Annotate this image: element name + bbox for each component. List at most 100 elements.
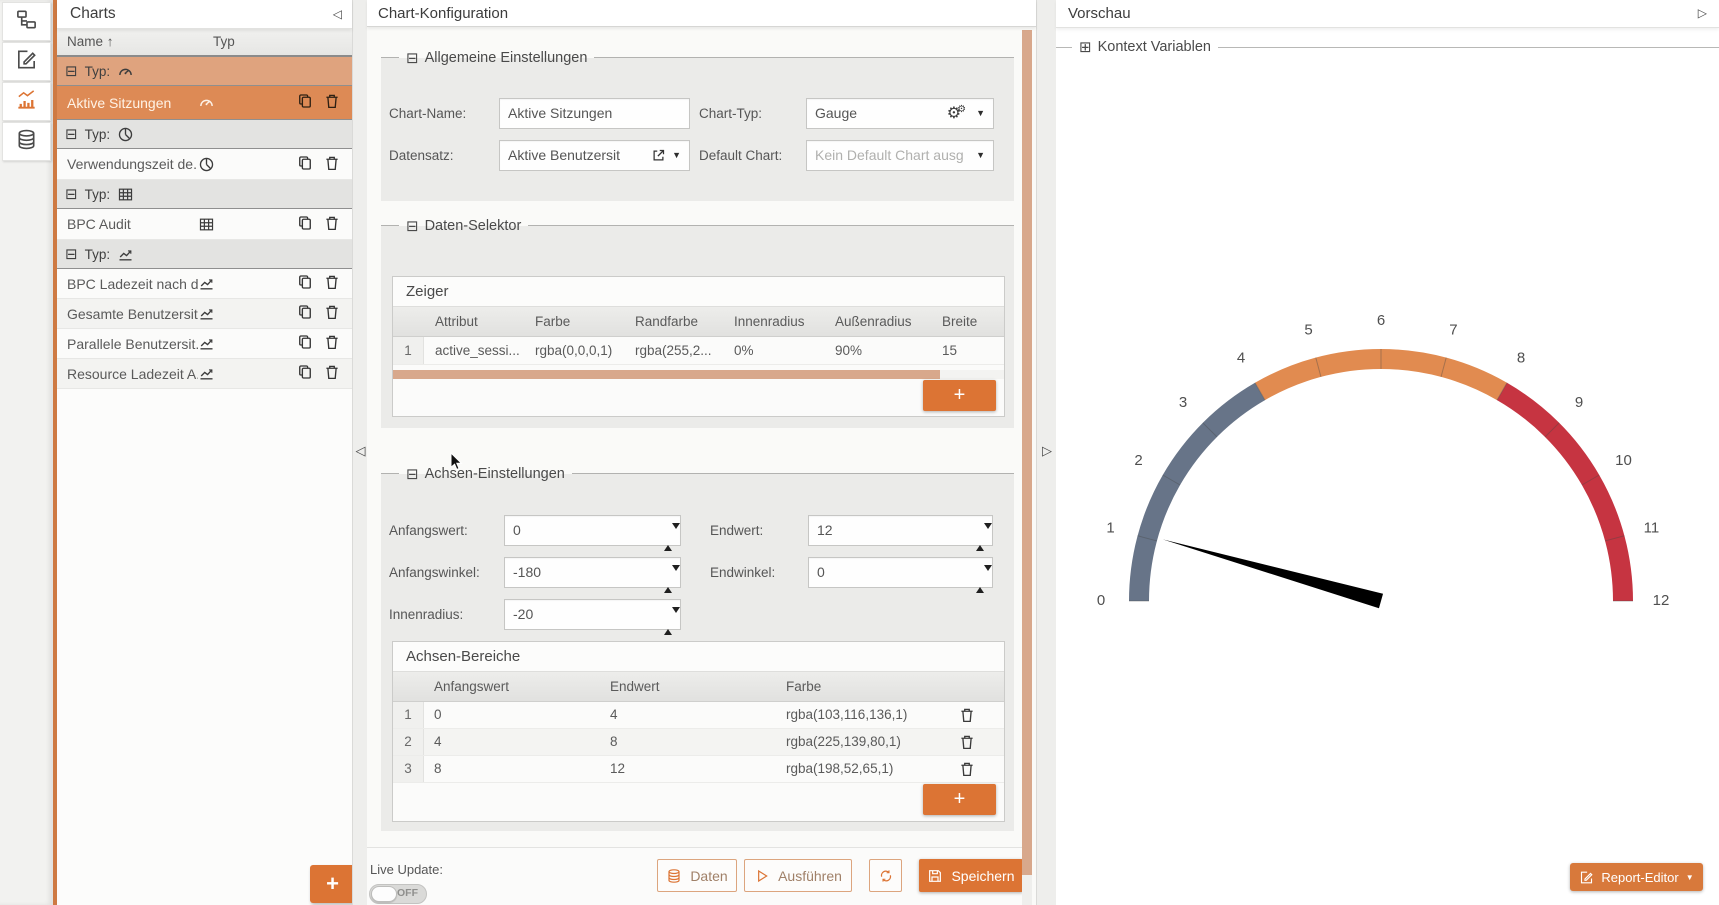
copy-icon[interactable]: [296, 214, 314, 235]
column-header[interactable]: Randfarbe: [635, 307, 698, 336]
column-header[interactable]: Farbe: [786, 672, 821, 701]
copy-icon[interactable]: [296, 303, 314, 324]
add-zeiger-button[interactable]: +: [923, 380, 996, 411]
chart-typ-select[interactable]: Gauge ⚙⚙ ▼: [806, 98, 994, 129]
innenradius-cell[interactable]: 0%: [734, 337, 754, 364]
chart-item-resource-ladezeit[interactable]: Resource Ladezeit A...: [57, 359, 352, 389]
toggle-knob[interactable]: [371, 886, 397, 902]
chart-item-gesamte-benutzersitzungen[interactable]: Gesamte Benutzersit...: [57, 299, 352, 329]
trash-icon[interactable]: [323, 154, 341, 175]
add-chart-button[interactable]: +: [310, 865, 355, 903]
scrollbar-thumb[interactable]: [393, 370, 940, 379]
endwert-cell[interactable]: 12: [610, 756, 625, 782]
spinner-arrows[interactable]: [664, 565, 673, 594]
chart-group-line[interactable]: ⊟ Typ:: [57, 240, 352, 269]
trash-icon[interactable]: [323, 214, 341, 235]
collapse-minus-icon[interactable]: ⊟: [65, 245, 78, 263]
copy-icon[interactable]: [296, 333, 314, 354]
bereich-row[interactable]: 3 8 12 rgba(198,52,65,1): [393, 756, 1004, 783]
collapse-minus-icon[interactable]: ⊟: [406, 48, 419, 68]
collapse-right-handle-icon[interactable]: ▷: [1042, 444, 1052, 459]
speichern-button[interactable]: Speichern: [919, 859, 1023, 892]
spinner-arrows[interactable]: [976, 523, 985, 552]
attribut-cell[interactable]: active_sessi...: [435, 337, 520, 364]
chart-item-parallele-benutzersitzungen[interactable]: Parallele Benutzersit...: [57, 329, 352, 359]
chart-name-input[interactable]: Aktive Sitzungen: [499, 98, 690, 129]
sort-by-name-header[interactable]: Name ↑: [67, 29, 114, 55]
randfarbe-cell[interactable]: rgba(255,2...: [635, 337, 712, 364]
anfangswert-cell[interactable]: 0: [434, 702, 442, 728]
farbe-cell[interactable]: rgba(198,52,65,1): [786, 756, 893, 782]
daten-button[interactable]: Daten: [657, 859, 737, 892]
copy-icon[interactable]: [296, 154, 314, 175]
axis-settings-legend[interactable]: ⊟Achsen-Einstellungen: [399, 464, 572, 484]
farbe-cell[interactable]: rgba(225,139,80,1): [786, 729, 901, 755]
collapse-minus-icon[interactable]: ⊟: [65, 125, 78, 143]
spinner-arrows[interactable]: [976, 565, 985, 594]
column-header[interactable]: Anfangswert: [434, 672, 509, 701]
chart-item-verwendungszeit[interactable]: Verwendungszeit de...: [57, 149, 352, 180]
zeiger-row[interactable]: 1 active_sessi... rgba(0,0,0,1) rgba(255…: [393, 337, 1004, 365]
copy-icon[interactable]: [296, 363, 314, 384]
refresh-button[interactable]: [869, 859, 902, 892]
sidebar-item-navigator[interactable]: [2, 2, 51, 41]
trash-icon[interactable]: [958, 706, 976, 727]
endwinkel-input[interactable]: 0: [808, 557, 993, 588]
chart-group-pie[interactable]: ⊟ Typ:: [57, 120, 352, 149]
ausfuehren-button[interactable]: Ausführen: [744, 859, 852, 892]
trash-icon[interactable]: [323, 92, 341, 113]
sidebar-item-report-designer[interactable]: [2, 42, 51, 81]
bereich-row[interactable]: 2 4 8 rgba(225,139,80,1): [393, 729, 1004, 756]
column-header[interactable]: Innenradius: [734, 307, 805, 336]
trash-icon[interactable]: [323, 333, 341, 354]
aussenradius-cell[interactable]: 90%: [835, 337, 862, 364]
scrollbar-thumb[interactable]: [1022, 30, 1032, 875]
horizontal-scrollbar[interactable]: [393, 370, 1004, 379]
trash-icon[interactable]: [958, 733, 976, 754]
chart-item-bpc-ladezeit[interactable]: BPC Ladezeit nach d...: [57, 269, 352, 299]
sidebar-item-data-sources[interactable]: [2, 122, 51, 161]
chart-group-gauge[interactable]: ⊟ Typ:: [57, 57, 352, 86]
chart-item-aktive-sitzungen[interactable]: Aktive Sitzungen: [57, 86, 352, 120]
endwert-cell[interactable]: 8: [610, 729, 618, 755]
spinner-arrows[interactable]: [664, 523, 673, 552]
gears-icon[interactable]: ⚙⚙: [947, 98, 970, 130]
column-header[interactable]: Attribut: [435, 307, 478, 336]
collapse-minus-icon[interactable]: ⊟: [406, 216, 419, 236]
datensatz-select[interactable]: Aktive Benutzersit ▼: [499, 140, 690, 171]
copy-icon[interactable]: [296, 273, 314, 294]
collapse-minus-icon[interactable]: ⊟: [65, 185, 78, 203]
collapse-panel-icon[interactable]: ◁: [333, 0, 342, 28]
anfangswinkel-input[interactable]: -180: [504, 557, 681, 588]
copy-icon[interactable]: [296, 92, 314, 113]
config-vertical-scrollbar[interactable]: [1022, 30, 1032, 905]
trash-icon[interactable]: [958, 760, 976, 781]
chevron-down-icon[interactable]: ▼: [976, 141, 985, 170]
add-bereich-button[interactable]: +: [923, 784, 996, 815]
live-update-toggle[interactable]: OFF: [369, 884, 427, 904]
anfangswert-cell[interactable]: 8: [434, 756, 442, 782]
column-header[interactable]: Endwert: [610, 672, 660, 701]
column-header[interactable]: Außenradius: [835, 307, 912, 336]
innenradius-input[interactable]: -20: [504, 599, 681, 630]
trash-icon[interactable]: [323, 363, 341, 384]
trash-icon[interactable]: [323, 303, 341, 324]
default-chart-select[interactable]: Kein Default Chart ausg ▼: [806, 140, 994, 171]
chevron-down-icon[interactable]: ▼: [672, 141, 681, 170]
endwert-input[interactable]: 12: [808, 515, 993, 546]
breite-cell[interactable]: 15: [942, 337, 957, 364]
trash-icon[interactable]: [323, 273, 341, 294]
spinner-arrows[interactable]: [664, 607, 673, 636]
external-link-icon[interactable]: [651, 148, 666, 163]
sidebar-item-chart-editor[interactable]: [2, 82, 51, 121]
collapse-minus-icon[interactable]: ⊟: [65, 62, 78, 80]
endwert-cell[interactable]: 4: [610, 702, 618, 728]
farbe-cell[interactable]: rgba(103,116,136,1): [786, 702, 907, 728]
collapse-panel-icon[interactable]: ▷: [1698, 0, 1707, 27]
column-header[interactable]: Breite: [942, 307, 977, 336]
column-header[interactable]: Farbe: [535, 307, 570, 336]
farbe-cell[interactable]: rgba(0,0,0,1): [535, 337, 612, 364]
chart-item-bpc-audit[interactable]: BPC Audit: [57, 209, 352, 240]
anfangswert-cell[interactable]: 4: [434, 729, 442, 755]
data-selector-legend[interactable]: ⊟Daten-Selektor: [399, 216, 528, 236]
